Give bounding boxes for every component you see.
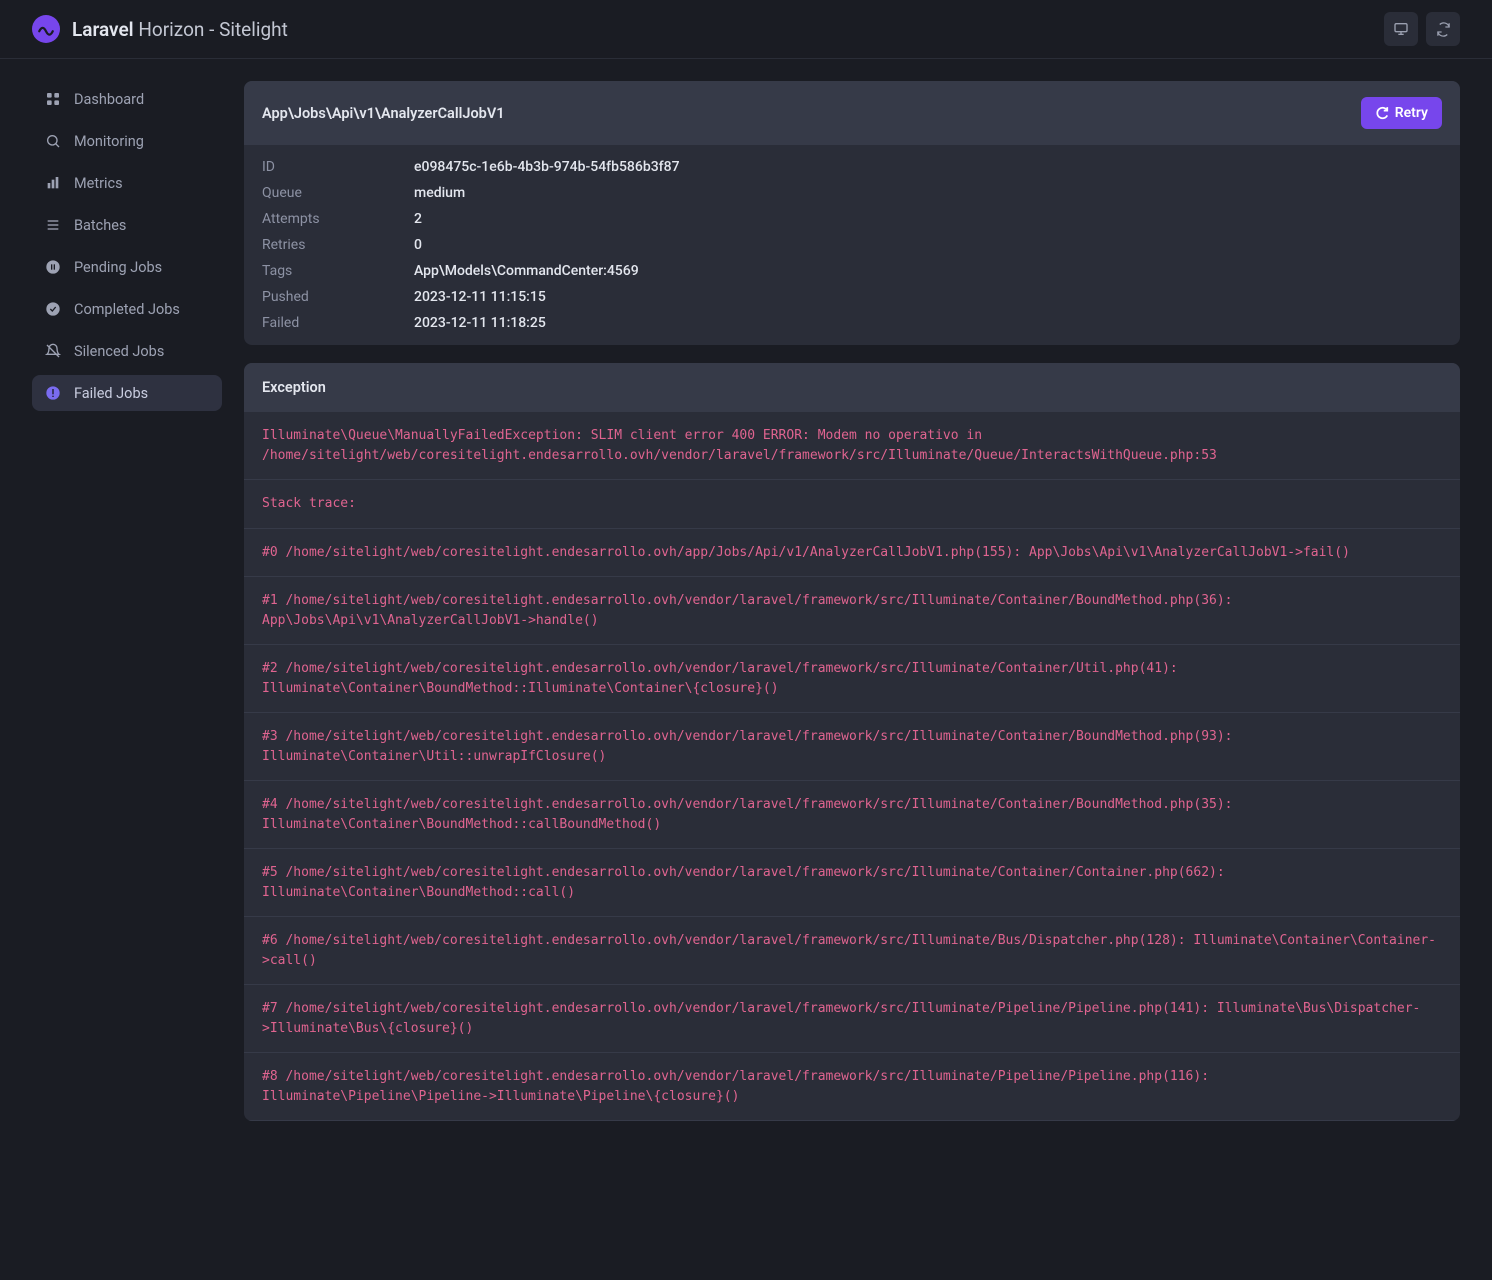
exception-title: Exception bbox=[262, 379, 326, 396]
job-card-header: App\Jobs\Api\v1\AnalyzerCallJobV1 Retry bbox=[244, 81, 1460, 145]
grid-icon bbox=[44, 90, 62, 108]
detail-label: Attempts bbox=[262, 211, 414, 227]
sidebar-item-label: Metrics bbox=[74, 175, 123, 192]
detail-value: 0 bbox=[414, 237, 422, 253]
sidebar-item-silenced-jobs[interactable]: Silenced Jobs bbox=[32, 333, 222, 369]
detail-row: Queuemedium bbox=[244, 180, 1460, 206]
detail-value: 2 bbox=[414, 211, 422, 227]
trace-line: #0 /home/sitelight/web/coresitelight.end… bbox=[244, 529, 1460, 578]
detail-label: Queue bbox=[262, 185, 414, 201]
sidebar-item-failed-jobs[interactable]: Failed Jobs bbox=[32, 375, 222, 411]
trace-line: #2 /home/sitelight/web/coresitelight.end… bbox=[244, 645, 1460, 713]
trace-line: #4 /home/sitelight/web/coresitelight.end… bbox=[244, 781, 1460, 849]
sidebar-item-label: Dashboard bbox=[74, 91, 144, 108]
detail-row: IDe098475c-1e6b-4b3b-974b-54fb586b3f87 bbox=[244, 145, 1460, 180]
detail-value: medium bbox=[414, 185, 465, 201]
detail-label: ID bbox=[262, 159, 414, 175]
trace-line: #6 /home/sitelight/web/coresitelight.end… bbox=[244, 917, 1460, 985]
sidebar-item-monitoring[interactable]: Monitoring bbox=[32, 123, 222, 159]
detail-value: e098475c-1e6b-4b3b-974b-54fb586b3f87 bbox=[414, 159, 680, 175]
sidebar-item-pending-jobs[interactable]: Pending Jobs bbox=[32, 249, 222, 285]
trace-line: #7 /home/sitelight/web/coresitelight.end… bbox=[244, 985, 1460, 1053]
topbar: Laravel Horizon - Sitelight bbox=[0, 0, 1492, 59]
sidebar-item-batches[interactable]: Batches bbox=[32, 207, 222, 243]
bell-off-icon bbox=[44, 342, 62, 360]
sidebar-item-label: Batches bbox=[74, 217, 126, 234]
job-title: App\Jobs\Api\v1\AnalyzerCallJobV1 bbox=[262, 105, 505, 122]
lines-icon bbox=[44, 216, 62, 234]
brand-rest: Horizon - Sitelight bbox=[134, 18, 288, 41]
trace-line: #1 /home/sitelight/web/coresitelight.end… bbox=[244, 577, 1460, 645]
trace-line: Illuminate\Queue\ManuallyFailedException… bbox=[244, 412, 1460, 480]
sidebar: Dashboard Monitoring Metrics Batches Pending… bbox=[0, 59, 222, 1161]
alert-icon bbox=[44, 384, 62, 402]
detail-label: Pushed bbox=[262, 289, 414, 305]
refresh-button[interactable] bbox=[1426, 12, 1460, 46]
pause-icon bbox=[44, 258, 62, 276]
brand-bold: Laravel bbox=[72, 18, 134, 41]
sidebar-item-label: Completed Jobs bbox=[74, 301, 180, 318]
bars-icon bbox=[44, 174, 62, 192]
check-icon bbox=[44, 300, 62, 318]
exception-card: Exception Illuminate\Queue\ManuallyFaile… bbox=[244, 363, 1460, 1121]
main-content: App\Jobs\Api\v1\AnalyzerCallJobV1 Retry … bbox=[222, 59, 1492, 1161]
trace-line: #3 /home/sitelight/web/coresitelight.end… bbox=[244, 713, 1460, 781]
sidebar-item-label: Failed Jobs bbox=[74, 385, 148, 402]
detail-row: Retries0 bbox=[244, 232, 1460, 258]
sidebar-item-label: Pending Jobs bbox=[74, 259, 162, 276]
brand: Laravel Horizon - Sitelight bbox=[32, 15, 288, 43]
job-details: IDe098475c-1e6b-4b3b-974b-54fb586b3f87Qu… bbox=[244, 145, 1460, 345]
exception-header: Exception bbox=[244, 363, 1460, 412]
sidebar-item-completed-jobs[interactable]: Completed Jobs bbox=[32, 291, 222, 327]
trace-line: #5 /home/sitelight/web/coresitelight.end… bbox=[244, 849, 1460, 917]
detail-value: App\Models\CommandCenter:4569 bbox=[414, 263, 639, 279]
trace-line: Stack trace: bbox=[244, 480, 1460, 529]
sidebar-item-dashboard[interactable]: Dashboard bbox=[32, 81, 222, 117]
detail-label: Retries bbox=[262, 237, 414, 253]
detail-value: 2023-12-11 11:18:25 bbox=[414, 315, 546, 331]
detail-label: Tags bbox=[262, 263, 414, 279]
detail-row: Attempts2 bbox=[244, 206, 1460, 232]
trace-line: #8 /home/sitelight/web/coresitelight.end… bbox=[244, 1053, 1460, 1121]
sidebar-item-metrics[interactable]: Metrics bbox=[32, 165, 222, 201]
app-title: Laravel Horizon - Sitelight bbox=[72, 18, 288, 41]
detail-row: Failed2023-12-11 11:18:25 bbox=[244, 310, 1460, 345]
detail-row: TagsApp\Models\CommandCenter:4569 bbox=[244, 258, 1460, 284]
desktop-mode-button[interactable] bbox=[1384, 12, 1418, 46]
horizon-logo-icon bbox=[32, 15, 60, 43]
sidebar-item-label: Monitoring bbox=[74, 133, 144, 150]
top-actions bbox=[1384, 12, 1460, 46]
job-card: App\Jobs\Api\v1\AnalyzerCallJobV1 Retry … bbox=[244, 81, 1460, 345]
detail-row: Pushed2023-12-11 11:15:15 bbox=[244, 284, 1460, 310]
exception-trace: Illuminate\Queue\ManuallyFailedException… bbox=[244, 412, 1460, 1121]
retry-button[interactable]: Retry bbox=[1361, 97, 1442, 129]
sidebar-item-label: Silenced Jobs bbox=[74, 343, 164, 360]
search-icon bbox=[44, 132, 62, 150]
retry-button-label: Retry bbox=[1395, 105, 1428, 121]
detail-value: 2023-12-11 11:15:15 bbox=[414, 289, 546, 305]
detail-label: Failed bbox=[262, 315, 414, 331]
